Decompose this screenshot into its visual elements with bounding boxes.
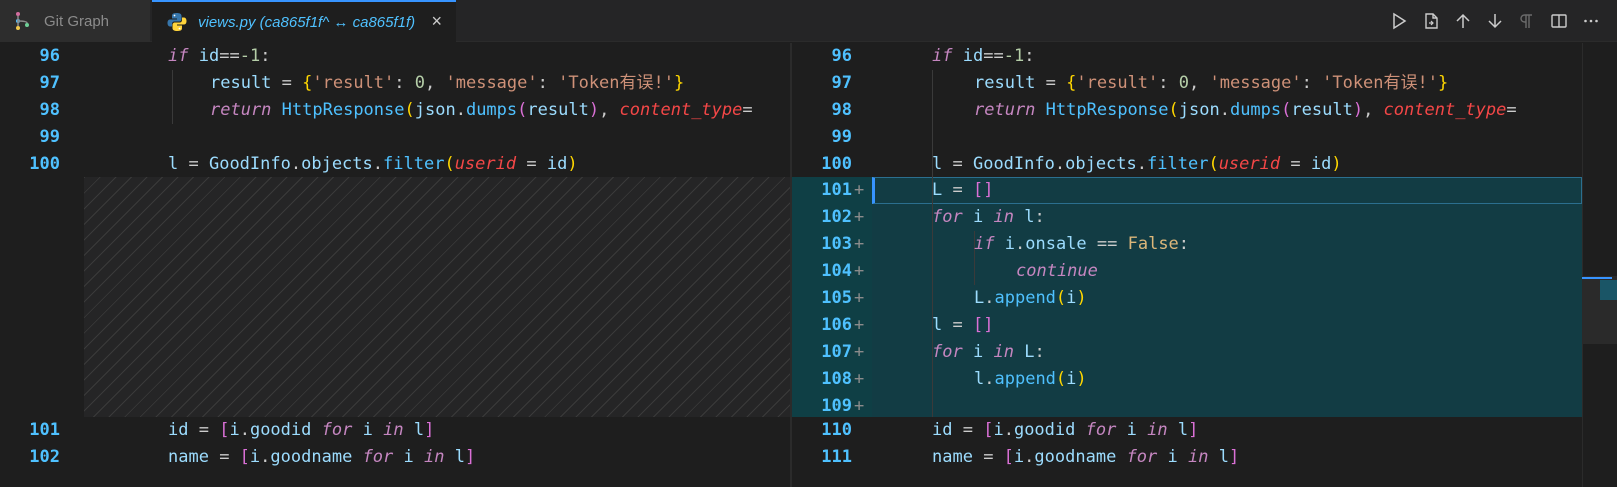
code-line[interactable]: 99 [792,124,1582,151]
code-line[interactable]: 96 if id==-1: [0,43,792,70]
code-text: l = [] [932,315,994,335]
line-number: 102 [29,447,60,467]
added-marker: + [854,180,865,200]
line-number: 100 [821,154,852,174]
tab-bar: Git Graph views.py (ca865f1f^ ↔ ca865f1f… [0,0,1617,42]
code-line[interactable]: 102 name = [i.goodname for i in l] [0,444,792,471]
deleted-placeholder-hatch [84,177,792,417]
line-number: 108 [821,369,852,389]
line-number: 106 [821,315,852,335]
added-marker: + [854,234,865,254]
line-number: 99 [39,127,60,147]
line-number: 99 [831,127,852,147]
line-number: 111 [821,447,852,467]
added-marker: + [854,207,865,227]
added-marker: + [854,315,865,335]
tab-views-py-diff[interactable]: views.py (ca865f1f^ ↔ ca865f1f) × [152,0,456,42]
line-number: 98 [831,100,852,120]
code-line[interactable]: 96 if id==-1: [792,43,1582,70]
code-line-added[interactable]: 102 + for i in l: [792,204,1582,231]
code-line-added[interactable]: 106 + l = [] [792,312,1582,339]
code-line[interactable]: 98 return HttpResponse(json.dumps(result… [0,97,792,124]
code-text: return HttpResponse(json.dumps(result), … [210,100,753,120]
code-line-added[interactable]: 104 + continue [792,258,1582,285]
code-text: result = {'result': 0, 'message': 'Token… [974,73,1449,93]
code-line[interactable]: 111 name = [i.goodname for i in l] [792,444,1582,471]
line-number: 97 [39,73,60,93]
code-line-added[interactable]: 109 + [792,393,1582,420]
code-line[interactable]: 100 l = GoodInfo.objects.filter(userid =… [792,151,1582,178]
code-text: result = {'result': 0, 'message': 'Token… [210,73,685,93]
line-number: 104 [821,261,852,281]
line-number: 98 [39,100,60,120]
overview-ruler[interactable] [1582,43,1617,487]
line-number: 107 [821,342,852,362]
close-icon[interactable]: × [431,11,442,32]
code-text: for i in L: [932,342,1045,362]
code-text: l.append(i) [974,369,1087,389]
split-editor-icon[interactable] [1543,5,1575,37]
code-line[interactable]: 110 id = [i.goodid for i in l] [792,417,1582,444]
tab-git-graph-label: Git Graph [44,12,110,30]
line-number: 100 [29,154,60,174]
diff-original-pane[interactable]: 96 if id==-1: 97 result = {'result': 0, … [0,43,792,487]
run-icon[interactable] [1383,5,1415,37]
pilcrow-icon[interactable] [1511,5,1543,37]
code-text: if id==-1: [932,46,1035,66]
code-line[interactable]: 98 return HttpResponse(json.dumps(result… [792,97,1582,124]
code-line[interactable]: 97 result = {'result': 0, 'message': 'To… [0,70,792,97]
code-text: l = GoodInfo.objects.filter(userid = id) [932,154,1342,174]
minimap-insert-marker [1600,280,1617,300]
code-text: if i.onsale == False: [974,234,1190,254]
more-icon[interactable] [1575,5,1607,37]
tab-git-graph[interactable]: Git Graph [0,0,150,42]
line-number: 96 [831,46,852,66]
arrow-up-icon[interactable] [1447,5,1479,37]
code-line[interactable]: 99 [0,124,792,151]
code-line[interactable]: 100 l = GoodInfo.objects.filter(userid =… [0,151,792,178]
code-line[interactable]: 101 id = [i.goodid for i in l] [0,417,792,444]
code-text: l = GoodInfo.objects.filter(userid = id) [168,154,578,174]
code-line-added[interactable]: 103 + if i.onsale == False: [792,231,1582,258]
line-number: 101 [29,420,60,440]
code-line-added[interactable]: 107 + for i in L: [792,339,1582,366]
added-marker: + [854,261,865,281]
added-marker: + [854,342,865,362]
code-text: L.append(i) [974,288,1087,308]
line-number: 103 [821,234,852,254]
code-text: return HttpResponse(json.dumps(result), … [974,100,1517,120]
added-marker: + [854,288,865,308]
line-number: 110 [821,420,852,440]
python-icon [167,13,187,31]
line-number: 96 [39,46,60,66]
added-marker: + [854,396,865,416]
arrow-down-icon[interactable] [1479,5,1511,37]
code-line-added[interactable]: 101 + L = [] [792,177,1582,204]
code-text: name = [i.goodname for i in l] [168,447,476,467]
code-text: continue [1016,261,1098,281]
line-number: 102 [821,207,852,227]
code-line-added[interactable]: 108 + l.append(i) [792,366,1582,393]
open-file-icon[interactable] [1415,5,1447,37]
added-marker: + [854,369,865,389]
code-text: for i in l: [932,207,1045,227]
line-number: 105 [821,288,852,308]
line-number: 109 [821,396,852,416]
git-graph-icon [16,12,29,30]
code-text: L = [] [932,180,994,200]
tab-views-label: views.py (ca865f1f^ ↔ ca865f1f) [198,13,416,31]
code-text: name = [i.goodname for i in l] [932,447,1240,467]
code-text: id = [i.goodid for i in l] [168,420,435,440]
editor-actions [1383,0,1607,42]
line-number: 97 [831,73,852,93]
minimap-cursor-marker [1582,277,1612,279]
code-line[interactable]: 97 result = {'result': 0, 'message': 'To… [792,70,1582,97]
line-number: 101 [821,180,852,200]
code-text: if id==-1: [168,46,271,66]
diff-modified-pane[interactable]: 96 if id==-1: 97 result = {'result': 0, … [792,43,1582,487]
code-text: id = [i.goodid for i in l] [932,420,1199,440]
code-line-added[interactable]: 105 + L.append(i) [792,285,1582,312]
